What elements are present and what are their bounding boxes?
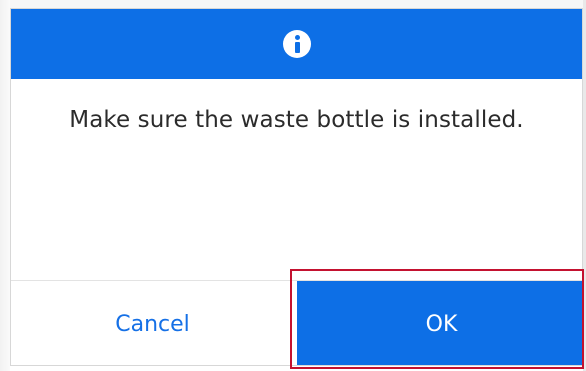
info-icon	[282, 30, 311, 58]
info-icon-dot	[294, 35, 300, 40]
dialog-message: Make sure the waste bottle is installed.	[69, 107, 524, 133]
window-frame-top	[0, 0, 586, 8]
info-dialog: Make sure the waste bottle is installed.…	[10, 8, 583, 366]
window-frame-left	[0, 0, 10, 371]
dialog-button-row: Cancel OK	[11, 280, 582, 365]
ok-button[interactable]: OK	[297, 281, 582, 365]
info-icon-stem	[294, 42, 300, 53]
screen: Make sure the waste bottle is installed.…	[0, 0, 586, 371]
dialog-header	[11, 9, 582, 79]
cancel-button[interactable]: Cancel	[11, 281, 294, 365]
